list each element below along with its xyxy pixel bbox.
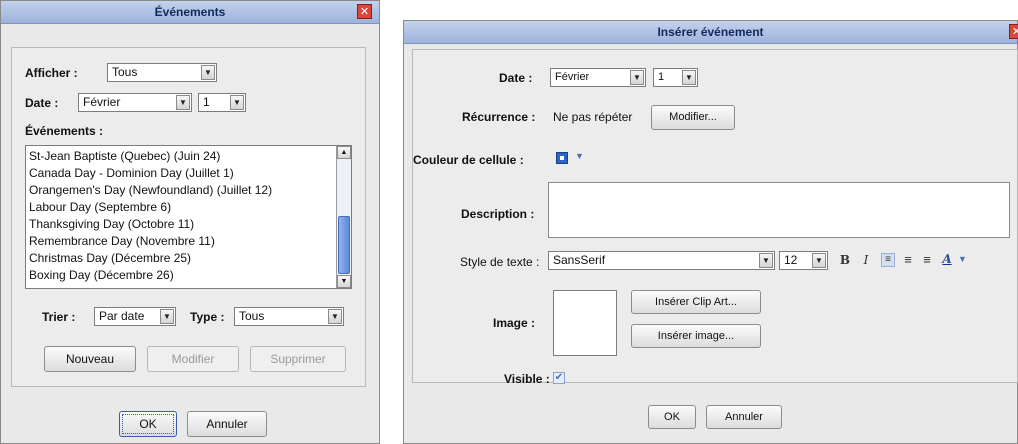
type-value: Tous: [239, 309, 265, 323]
align-center-icon[interactable]: ≡: [901, 253, 915, 267]
image-label: Image :: [493, 316, 536, 330]
events-list-label: Événements :: [25, 124, 104, 138]
day-select[interactable]: 1 ▼: [653, 68, 698, 87]
font-color-icon[interactable]: A: [940, 252, 954, 266]
close-icon[interactable]: ✕: [357, 4, 372, 19]
list-item[interactable]: Labour Day (Septembre 6): [26, 199, 337, 216]
list-item[interactable]: St-Jean Baptiste (Quebec) (Juin 24): [26, 148, 337, 165]
list-item[interactable]: Remembrance Day (Novembre 11): [26, 233, 337, 250]
recurrence-value: Ne pas répéter: [553, 110, 633, 124]
date-label: Date :: [25, 96, 59, 110]
month-value: Février: [83, 95, 121, 109]
cell-color-swatch[interactable]: [556, 152, 568, 164]
visible-checkbox[interactable]: ✔: [553, 372, 565, 384]
chevron-down-icon: ▼: [812, 253, 826, 268]
swatch-inner: [560, 156, 564, 160]
ok-button[interactable]: OK: [648, 405, 696, 429]
font-color-glyph: A: [942, 252, 952, 266]
recurrence-label: Récurrence :: [462, 110, 536, 124]
show-select[interactable]: Tous ▼: [107, 63, 217, 82]
chevron-down-icon[interactable]: ▼: [958, 254, 967, 264]
size-select[interactable]: 12 ▼: [779, 251, 828, 270]
day-value: 1: [203, 95, 210, 109]
date-label: Date :: [499, 71, 533, 85]
chevron-down-icon: ▼: [682, 70, 696, 85]
chevron-down-icon: ▼: [230, 95, 244, 110]
list-item[interactable]: Orangemen's Day (Newfoundland) (Juillet …: [26, 182, 337, 199]
ok-button[interactable]: OK: [119, 411, 177, 437]
show-label: Afficher :: [25, 66, 78, 80]
chevron-down-icon[interactable]: ▼: [575, 151, 584, 161]
events-list[interactable]: St-Jean Baptiste (Quebec) (Juin 24) Canad…: [25, 145, 352, 289]
image-preview[interactable]: [553, 290, 617, 356]
scroll-thumb[interactable]: [338, 216, 350, 274]
events-dialog: Événements ✕ Afficher : Tous ▼ Date : Fé…: [0, 0, 380, 444]
chevron-down-icon: ▼: [630, 70, 644, 85]
italic-icon[interactable]: I: [859, 253, 873, 267]
chevron-down-icon: ▼: [328, 309, 342, 324]
list-item[interactable]: Boxing Day (Décembre 26): [26, 267, 337, 284]
scroll-up-icon[interactable]: ▲: [337, 146, 351, 159]
chevron-down-icon: ▼: [759, 253, 773, 268]
scroll-down-icon[interactable]: ▼: [337, 275, 351, 288]
insert-image-button[interactable]: Insérer image...: [631, 324, 761, 348]
list-item[interactable]: Canada Day - Dominion Day (Juillet 1): [26, 165, 337, 182]
bold-icon[interactable]: B: [838, 253, 852, 267]
font-value: SansSerif: [553, 253, 606, 267]
day-value: 1: [658, 71, 665, 83]
cancel-button[interactable]: Annuler: [187, 411, 267, 437]
chevron-down-icon: ▼: [201, 65, 215, 80]
month-select[interactable]: Février ▼: [78, 93, 192, 112]
sort-select[interactable]: Par date ▼: [94, 307, 176, 326]
new-button[interactable]: Nouveau: [44, 346, 136, 372]
text-style-label: Style de texte :: [460, 255, 540, 269]
events-items: St-Jean Baptiste (Quebec) (Juin 24) Canad…: [26, 148, 337, 284]
close-icon[interactable]: ✕: [1009, 24, 1018, 39]
font-select[interactable]: SansSerif ▼: [548, 251, 775, 270]
events-panel: Afficher : Tous ▼ Date : Février ▼ 1 ▼ É…: [11, 47, 366, 387]
insert-title: Insérer événement: [404, 21, 1017, 44]
modify-recurrence-button[interactable]: Modifier...: [651, 105, 735, 130]
type-label: Type :: [190, 310, 225, 324]
cancel-button[interactable]: Annuler: [706, 405, 782, 429]
type-select[interactable]: Tous ▼: [234, 307, 344, 326]
insert-event-dialog: Insérer événement ✕ Date : Février ▼ 1 ▼…: [403, 20, 1018, 444]
list-item[interactable]: Thanksgiving Day (Octobre 11): [26, 216, 337, 233]
description-field[interactable]: [548, 182, 1010, 238]
list-item[interactable]: Christmas Day (Décembre 25): [26, 250, 337, 267]
align-left-icon[interactable]: ≡: [881, 253, 895, 267]
size-value: 12: [784, 253, 798, 267]
show-value: Tous: [112, 65, 138, 79]
month-select[interactable]: Février ▼: [550, 68, 646, 87]
sort-label: Trier :: [42, 310, 76, 324]
align-right-icon[interactable]: ≡: [920, 253, 934, 267]
month-value: Février: [555, 71, 590, 83]
insert-clipart-button[interactable]: Insérer Clip Art...: [631, 290, 761, 314]
delete-button[interactable]: Supprimer: [250, 346, 346, 372]
chevron-down-icon: ▼: [176, 95, 190, 110]
edit-button[interactable]: Modifier: [147, 346, 239, 372]
chevron-down-icon: ▼: [160, 309, 174, 324]
visible-label: Visible :: [504, 372, 550, 386]
description-label: Description :: [461, 207, 535, 221]
day-select[interactable]: 1 ▼: [198, 93, 246, 112]
insert-panel: Date : Février ▼ 1 ▼ Récurrence : Ne pas…: [412, 49, 1018, 386]
sort-value: Par date: [99, 309, 145, 323]
events-scrollbar[interactable]: ▲ ▼: [336, 146, 351, 288]
cell-color-label: Couleur de cellule :: [413, 153, 524, 167]
events-title: Événements: [1, 1, 379, 24]
